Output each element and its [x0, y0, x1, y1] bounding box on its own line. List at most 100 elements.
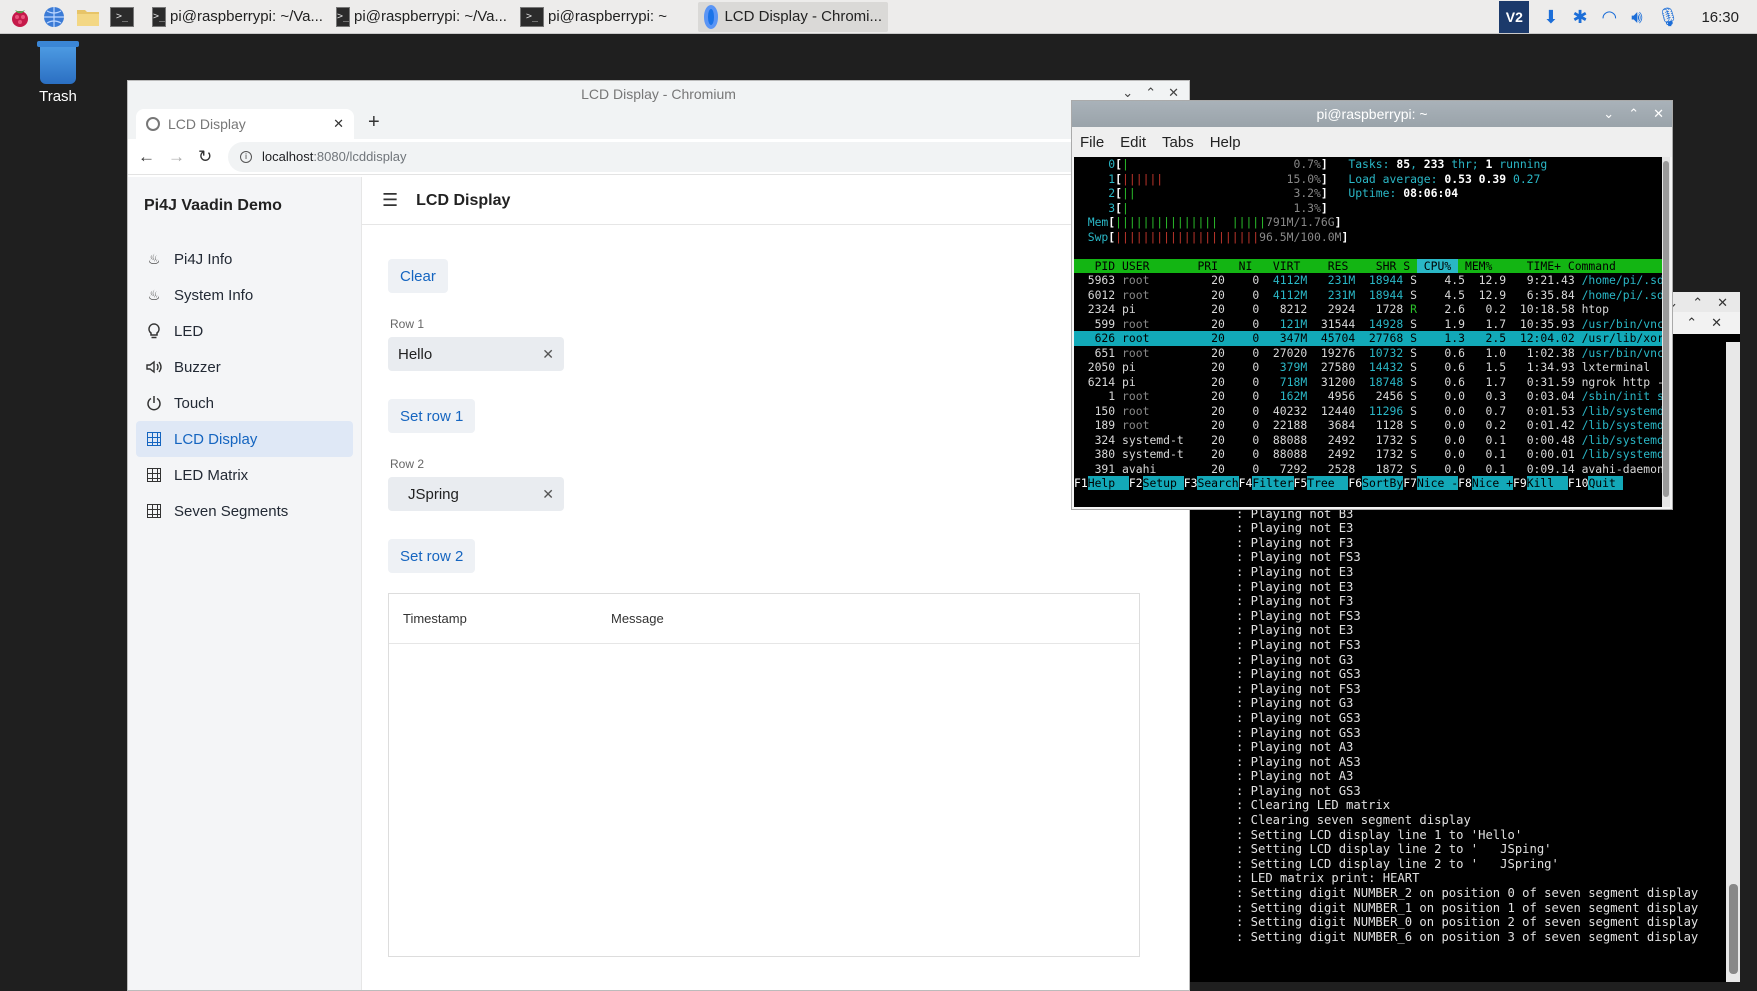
process-row[interactable]: 626 root 20 0 347M 45704 27768 S 1.3 2.5…	[1074, 331, 1662, 346]
fkey-label[interactable]: Tree	[1307, 476, 1349, 490]
row1-input[interactable]: Hello ✕	[388, 337, 564, 371]
address-bar[interactable]: i localhost:8080/lcddisplay ⋖ ☆	[228, 141, 1179, 172]
menu-tabs[interactable]: Tabs	[1162, 134, 1194, 151]
close-icon[interactable]: ✕	[1653, 106, 1664, 122]
back-icon[interactable]: ←	[138, 147, 155, 167]
fkey-label[interactable]: Help	[1087, 476, 1129, 490]
vnc-icon[interactable]: V2	[1499, 1, 1530, 33]
process-row[interactable]: 651 root 20 0 27020 19276 10732 S 0.6 1.…	[1074, 346, 1662, 361]
fkey-f2[interactable]: F2	[1129, 476, 1143, 490]
fkey-label[interactable]: Filter	[1252, 476, 1294, 490]
browser-launcher-icon[interactable]	[40, 3, 68, 31]
menu-file[interactable]: File	[1080, 134, 1104, 151]
fkey-label[interactable]: Quit	[1588, 476, 1623, 490]
fkey-label[interactable]: SortBy	[1362, 476, 1404, 490]
taskbar-task-chromium[interactable]: LCD Display - Chromi...	[698, 1, 888, 32]
process-row[interactable]: 6012 root 20 0 4112M 231M 18944 S 4.5 12…	[1074, 288, 1662, 303]
fkey-f8[interactable]: F8	[1458, 476, 1472, 490]
column-header-shr[interactable]: SHR	[1355, 259, 1403, 273]
process-row[interactable]: 324 systemd-t 20 0 88088 2492 1732 S 0.0…	[1074, 433, 1662, 448]
clear-field-icon[interactable]: ✕	[542, 346, 554, 363]
grid-column-timestamp[interactable]: Timestamp	[389, 611, 611, 626]
process-row[interactable]: 599 root 20 0 121M 31544 14928 S 1.9 1.7…	[1074, 317, 1662, 332]
row2-input[interactable]: JSpring ✕	[388, 477, 564, 511]
column-header-command[interactable]: Command	[1568, 259, 1662, 273]
process-row[interactable]: 380 systemd-t 20 0 88088 2492 1732 S 0.0…	[1074, 447, 1662, 462]
process-row[interactable]: 2324 pi 20 0 8212 2924 1728 R 2.6 0.2 10…	[1074, 302, 1662, 317]
maximize-icon[interactable]: ⌃	[1628, 106, 1639, 122]
fkey-label[interactable]: Nice +	[1471, 476, 1513, 490]
process-row[interactable]: 2050 pi 20 0 379M 27580 14432 S 0.6 1.5 …	[1074, 360, 1662, 375]
clear-field-icon[interactable]: ✕	[542, 486, 554, 503]
microphone-icon[interactable]: 🎙︎	[1657, 7, 1680, 28]
taskbar-task-terminal-2[interactable]: >_ pi@raspberrypi: ~/Va...	[330, 2, 510, 32]
forward-icon[interactable]: →	[168, 147, 185, 167]
process-row[interactable]: 5963 root 20 0 4112M 231M 18944 S 4.5 12…	[1074, 273, 1662, 288]
column-header-pri[interactable]: PRI	[1191, 259, 1225, 273]
scrollbar[interactable]	[1726, 342, 1740, 982]
set-row1-button[interactable]: Set row 1	[388, 399, 476, 433]
raspberry-menu-icon[interactable]	[6, 3, 34, 31]
sidebar-item-system-info[interactable]: ♨ System Info	[136, 277, 353, 313]
maximize-icon[interactable]: ⌃	[1692, 295, 1703, 311]
htop-screen[interactable]: 0[| 0.7%] Tasks: 85, 233 thr; 1 running …	[1074, 157, 1662, 507]
volume-icon[interactable]: 🔊︎	[1631, 7, 1642, 28]
process-row[interactable]: 6214 pi 20 0 718M 31200 18748 S 0.6 1.7 …	[1074, 375, 1662, 390]
minimize-icon[interactable]: ⌄	[1122, 85, 1133, 101]
fkey-label[interactable]: Search	[1197, 476, 1239, 490]
fkey-label[interactable]: Kill	[1526, 476, 1568, 490]
bluetooth-icon[interactable]: ✱	[1572, 7, 1587, 28]
minimize-icon[interactable]: ⌄	[1603, 106, 1614, 122]
sidebar-item-led-matrix[interactable]: LED Matrix	[136, 457, 353, 493]
terminal-launcher-icon[interactable]: >_	[108, 3, 136, 31]
trash-desktop-icon[interactable]: Trash	[30, 41, 86, 105]
fkey-label[interactable]: Setup	[1142, 476, 1184, 490]
reload-icon[interactable]: ↻	[198, 147, 212, 167]
column-header-mem[interactable]: MEM%	[1458, 259, 1499, 273]
clock[interactable]: 16:30	[1701, 9, 1739, 26]
fkey-f7[interactable]: F7	[1403, 476, 1417, 490]
column-header-user[interactable]: USER	[1122, 259, 1191, 273]
column-header-res[interactable]: RES	[1307, 259, 1355, 273]
sidebar-item-led[interactable]: LED	[136, 313, 353, 349]
process-row[interactable]: 150 root 20 0 40232 12440 11296 S 0.0 0.…	[1074, 404, 1662, 419]
close-tab-icon[interactable]: ✕	[333, 116, 344, 132]
sidebar-item-pi4j-info[interactable]: ♨ Pi4J Info	[136, 241, 353, 277]
set-row2-button[interactable]: Set row 2	[388, 539, 476, 573]
process-row[interactable]: 391 avahi 20 0 7292 2528 1872 S 0.0 0.1 …	[1074, 462, 1662, 477]
wifi-icon[interactable]: ◠	[1602, 7, 1618, 28]
browser-tab[interactable]: LCD Display ✕	[136, 109, 354, 139]
column-header-virt[interactable]: VIRT	[1259, 259, 1307, 273]
fkey-f4[interactable]: F4	[1239, 476, 1253, 490]
fkey-f5[interactable]: F5	[1294, 476, 1308, 490]
sidebar-item-seven-segments[interactable]: Seven Segments	[136, 493, 353, 529]
column-header-time[interactable]: TIME+	[1499, 259, 1568, 273]
download-icon[interactable]: ⬇	[1543, 7, 1558, 28]
column-header-pid[interactable]: PID	[1074, 259, 1122, 273]
process-row[interactable]: 1 root 20 0 162M 4956 2456 S 0.0 0.3 0:0…	[1074, 389, 1662, 404]
close-icon[interactable]: ✕	[1168, 85, 1179, 101]
sidebar-item-buzzer[interactable]: Buzzer	[136, 349, 353, 385]
maximize-icon[interactable]: ⌃	[1686, 315, 1697, 331]
column-header-ni[interactable]: NI	[1225, 259, 1259, 273]
fkey-f9[interactable]: F9	[1513, 476, 1527, 490]
process-row[interactable]: 189 root 20 0 22188 3684 1128 S 0.0 0.2 …	[1074, 418, 1662, 433]
sidebar-item-lcd-display[interactable]: LCD Display	[136, 421, 353, 457]
scrollbar[interactable]	[1662, 157, 1670, 507]
new-tab-button[interactable]: +	[368, 111, 380, 134]
fkey-f10[interactable]: F10	[1568, 476, 1589, 490]
grid-column-message[interactable]: Message	[611, 611, 664, 626]
taskbar-task-terminal-1[interactable]: >_ pi@raspberrypi: ~/Va...	[146, 2, 326, 32]
file-manager-icon[interactable]	[74, 3, 102, 31]
column-header-cpu[interactable]: CPU%	[1416, 258, 1459, 273]
fkey-f3[interactable]: F3	[1184, 476, 1198, 490]
close-icon[interactable]: ✕	[1717, 295, 1728, 311]
maximize-icon[interactable]: ⌃	[1145, 85, 1156, 101]
sidebar-item-touch[interactable]: Touch	[136, 385, 353, 421]
menu-help[interactable]: Help	[1210, 134, 1241, 151]
fkey-label[interactable]: Nice -	[1416, 476, 1459, 490]
taskbar-task-terminal-3[interactable]: >_ pi@raspberrypi: ~	[514, 2, 694, 32]
fkey-f1[interactable]: F1	[1074, 476, 1088, 490]
clear-button[interactable]: Clear	[388, 259, 448, 293]
fkey-f6[interactable]: F6	[1348, 476, 1362, 490]
